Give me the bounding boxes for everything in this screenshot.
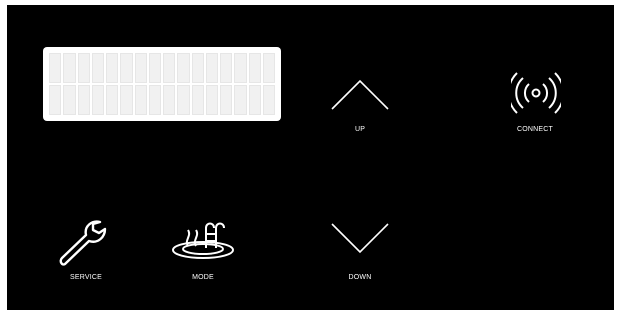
lcd-character-cell [177, 85, 190, 115]
lcd-character-cell [220, 85, 233, 115]
wireless-signal-icon [511, 70, 561, 116]
mode-label: MODE [192, 274, 214, 281]
lcd-character-cell [63, 85, 76, 115]
lcd-character-cell [234, 53, 247, 83]
lcd-character-cell [248, 85, 261, 115]
lcd-character-cell [77, 53, 90, 83]
lcd-character-cell [91, 53, 104, 83]
lcd-character-cell [163, 85, 176, 115]
lcd-character-cell [63, 53, 76, 83]
hot-tub-icon [170, 220, 236, 260]
lcd-character-cell [148, 53, 161, 83]
lcd-character-cell [177, 53, 190, 83]
lcd-character-cell [220, 53, 233, 83]
lcd-character-cell [248, 53, 261, 83]
lcd-character-cell [120, 53, 133, 83]
lcd-character-cell [120, 85, 133, 115]
wrench-icon [56, 218, 112, 270]
lcd-character-cell [234, 85, 247, 115]
lcd-character-cell [262, 53, 275, 83]
lcd-display [43, 47, 281, 121]
up-button[interactable]: UP [300, 70, 420, 140]
down-label: DOWN [348, 274, 372, 281]
lcd-character-cell [262, 85, 275, 115]
connect-label: CONNECT [516, 126, 553, 133]
chevron-up-icon [330, 75, 390, 111]
up-label: UP [354, 126, 366, 133]
lcd-character-cell [91, 85, 104, 115]
lcd-character-cell [205, 85, 218, 115]
lcd-character-grid [49, 53, 275, 115]
lcd-character-cell [205, 53, 218, 83]
service-button[interactable]: SERVICE [26, 218, 146, 290]
lcd-character-cell [106, 53, 119, 83]
lcd-character-cell [134, 85, 147, 115]
service-label: SERVICE [69, 274, 102, 281]
lcd-character-cell [148, 85, 161, 115]
mode-button[interactable]: MODE [143, 218, 263, 290]
lcd-character-cell [49, 85, 62, 115]
lcd-character-cell [77, 85, 90, 115]
lcd-character-cell [191, 53, 204, 83]
connect-button[interactable]: CONNECT [475, 68, 595, 138]
lcd-character-cell [191, 85, 204, 115]
lcd-character-cell [163, 53, 176, 83]
chevron-down-icon [330, 220, 390, 256]
lcd-character-cell [49, 53, 62, 83]
lcd-character-cell [106, 85, 119, 115]
lcd-character-cell [134, 53, 147, 83]
down-button[interactable]: DOWN [300, 220, 420, 290]
